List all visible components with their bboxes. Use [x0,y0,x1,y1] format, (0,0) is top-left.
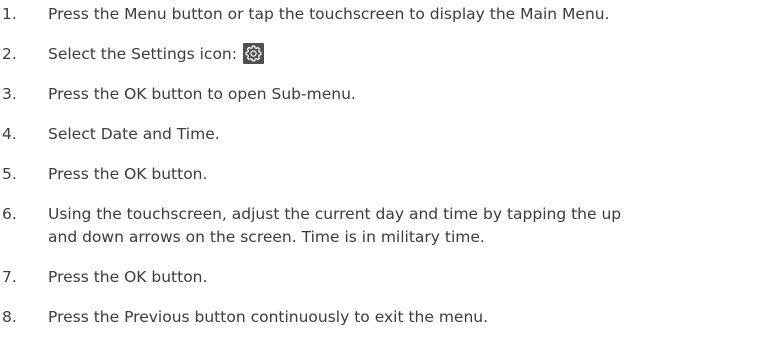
step-text: Press the OK button. [48,268,208,286]
instruction-steps-list: 1. Press the Menu button or tap the touc… [0,0,765,349]
step-number: 3. [2,85,17,103]
step-number: 5. [2,165,17,183]
step-text: Select Date and Time. [48,125,220,143]
step-text-line-2: and down arrows on the screen. Time is i… [48,228,485,246]
step-number: 1. [2,5,17,23]
step-text: Press the Previous button continuously t… [48,308,489,326]
step-number: 2. [2,45,17,63]
step-number: 6. [2,205,17,223]
step-text-with-icon: Select the Settings icon: [48,42,760,65]
settings-gear-icon [242,42,264,64]
step-text: Select the Settings icon: [48,45,237,63]
step-number: 4. [2,125,17,143]
step-text-line-1: Using the touchscreen, adjust the curren… [48,205,622,223]
step-text: Press the OK button. [48,165,208,183]
step-text: Press the OK button to open Sub-menu. [48,85,356,103]
step-number: 8. [2,308,17,326]
step-number: 7. [2,268,17,286]
step-text: Press the Menu button or tap the touchsc… [48,5,610,23]
